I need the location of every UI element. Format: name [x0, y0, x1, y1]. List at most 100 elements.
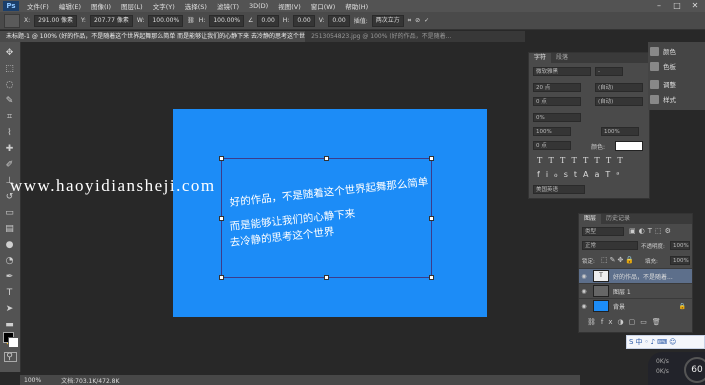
- healing-tool-icon[interactable]: ✚: [4, 144, 15, 155]
- visibility-eye-icon[interactable]: ◉: [579, 288, 589, 295]
- layer-row-text[interactable]: ◉ T 好的作品，不是随着...: [579, 268, 692, 283]
- tracking-field[interactable]: (自动): [595, 97, 643, 106]
- layer-row-background[interactable]: ◉ 背景 🔒: [579, 298, 692, 313]
- maximize-icon[interactable]: □: [669, 0, 685, 12]
- menu-window[interactable]: 窗口(W): [306, 1, 341, 11]
- transform-handle-tr[interactable]: [429, 156, 434, 161]
- ime-punctuation-icon[interactable]: ◦: [644, 338, 648, 346]
- hskew-field[interactable]: 0.00: [293, 14, 315, 27]
- layer-actions-icons[interactable]: ⛓fx◑▢▭🗑: [587, 318, 666, 326]
- ime-chinese-mode[interactable]: 中: [635, 337, 642, 347]
- menu-filter[interactable]: 滤镜(T): [212, 1, 244, 11]
- brush-tool-icon[interactable]: ✐: [4, 160, 15, 171]
- network-speed-widget[interactable]: 0K/s 0K/s 60: [648, 352, 705, 385]
- transform-handle-br[interactable]: [429, 275, 434, 280]
- zoom-level[interactable]: 100%: [24, 377, 41, 384]
- horizontal-scale-field[interactable]: 100%: [533, 127, 571, 136]
- x-field[interactable]: 291.00 像素: [34, 14, 78, 27]
- opentype-buttons-icon[interactable]: fiℴstAaTᵃ: [537, 170, 625, 179]
- cancel-transform-icon[interactable]: ⊘: [415, 17, 420, 24]
- menu-file[interactable]: 文件(F): [22, 1, 54, 11]
- link-icon[interactable]: ⛓: [187, 17, 195, 24]
- adjustments-panel-button[interactable]: 调整: [650, 77, 676, 91]
- shape-tool-icon[interactable]: ▬: [4, 320, 15, 331]
- vertical-scale-field[interactable]: 0%: [533, 113, 581, 122]
- canvas-text-line-1: 好的作品，不是随着这个世界起舞那么简单: [229, 176, 429, 209]
- background-color-swatch[interactable]: [8, 337, 19, 348]
- opacity-field[interactable]: 100%: [670, 241, 690, 250]
- menu-type[interactable]: 文字(Y): [148, 1, 180, 11]
- swatches-panel-button[interactable]: 色板: [650, 59, 676, 73]
- quick-mask-icon[interactable]: [4, 352, 17, 362]
- ime-voice-icon[interactable]: ♪: [651, 338, 655, 346]
- font-style-select[interactable]: -: [595, 67, 623, 76]
- layer-filter-select[interactable]: 类型: [582, 227, 624, 236]
- menu-help[interactable]: 帮助(H): [340, 1, 373, 11]
- minimize-icon[interactable]: –: [651, 0, 667, 12]
- tab-character[interactable]: 字符: [529, 53, 552, 63]
- type-tool-icon[interactable]: T: [4, 288, 15, 299]
- close-icon[interactable]: ✕: [687, 0, 703, 12]
- path-select-tool-icon[interactable]: ➤: [4, 304, 15, 315]
- tab-history[interactable]: 历史记录: [601, 214, 635, 224]
- menu-layer[interactable]: 图层(L): [116, 1, 148, 11]
- menu-select[interactable]: 选择(S): [180, 1, 212, 11]
- gradient-tool-icon[interactable]: ▤: [4, 224, 15, 235]
- font-size-field[interactable]: 20 点: [533, 83, 581, 92]
- blur-tool-icon[interactable]: ●: [4, 240, 15, 251]
- move-tool-icon[interactable]: ✥: [4, 48, 15, 59]
- tab-paragraph[interactable]: 段落: [551, 53, 573, 63]
- eraser-tool-icon[interactable]: ▭: [4, 208, 15, 219]
- menu-3d[interactable]: 3D(D): [244, 2, 273, 10]
- transform-handle-r[interactable]: [429, 216, 434, 221]
- visibility-eye-icon[interactable]: ◉: [579, 303, 589, 310]
- layer-row-layer-1[interactable]: ◉ 图层 1: [579, 283, 692, 298]
- menu-view[interactable]: 视图(V): [273, 1, 306, 11]
- ime-keyboard-icon[interactable]: ⌨: [657, 338, 667, 346]
- lasso-tool-icon[interactable]: ◌: [4, 80, 15, 91]
- baseline-scale-field[interactable]: 100%: [601, 127, 639, 136]
- layer-filter-icons[interactable]: ▣◐T⬚⚙: [629, 227, 674, 235]
- blend-mode-select[interactable]: 正常: [582, 241, 638, 250]
- text-color-swatch[interactable]: [615, 141, 643, 151]
- warp-icon[interactable]: ⌗: [408, 17, 411, 25]
- commit-transform-icon[interactable]: ✓: [424, 17, 429, 24]
- baseline-shift-field[interactable]: 0 点: [533, 141, 571, 150]
- menu-image[interactable]: 图像(I): [86, 1, 116, 11]
- ime-skin-icon[interactable]: ☺: [669, 338, 676, 346]
- eyedropper-tool-icon[interactable]: ⌇: [4, 128, 15, 139]
- vskew-field[interactable]: 0.00: [328, 14, 350, 27]
- fill-field[interactable]: 100%: [670, 256, 690, 265]
- quick-select-tool-icon[interactable]: ✎: [4, 96, 15, 107]
- leading-field[interactable]: (自动): [595, 83, 643, 92]
- ime-logo-icon[interactable]: S: [629, 338, 633, 346]
- pen-tool-icon[interactable]: ✒: [4, 272, 15, 283]
- text-transform-box[interactable]: 好的作品，不是随着这个世界起舞那么简单 而是能够让我们的心静下来 去冷静的思考这…: [219, 156, 434, 280]
- tab-untitled-1[interactable]: 未标题-1 @ 100% (好的作品，不是随着这个世界起舞那么简单 而是能够让我…: [0, 31, 306, 42]
- transform-tool-icon[interactable]: [4, 13, 20, 28]
- y-field[interactable]: 207.77 像素: [89, 14, 133, 27]
- transform-handle-bl[interactable]: [219, 275, 224, 280]
- visibility-eye-icon[interactable]: ◉: [579, 273, 589, 280]
- angle-field[interactable]: 0.00: [257, 14, 279, 27]
- marquee-tool-icon[interactable]: ⬚: [4, 64, 15, 75]
- color-panel-button[interactable]: 颜色: [650, 44, 676, 58]
- w-field[interactable]: 100.00%: [148, 14, 184, 27]
- transform-handle-b[interactable]: [324, 275, 329, 280]
- transform-handle-t[interactable]: [324, 156, 329, 161]
- interpolation-select[interactable]: 两次立方: [371, 14, 404, 27]
- tab-layers[interactable]: 图层: [579, 214, 602, 224]
- transform-handle-tl[interactable]: [219, 156, 224, 161]
- lock-icons[interactable]: ⬚✎✥🔒: [601, 256, 636, 264]
- styles-panel-button[interactable]: 样式: [650, 92, 676, 106]
- language-select[interactable]: 美国英语: [533, 185, 585, 194]
- transform-handle-l[interactable]: [219, 216, 224, 221]
- text-style-buttons-icon[interactable]: TTTTTTTT: [537, 156, 629, 165]
- dodge-tool-icon[interactable]: ◔: [4, 256, 15, 267]
- crop-tool-icon[interactable]: ⌗: [4, 112, 15, 123]
- font-family-select[interactable]: 微软雅黑: [533, 67, 591, 76]
- menu-edit[interactable]: 编辑(E): [54, 1, 86, 11]
- kerning-field[interactable]: 0 点: [533, 97, 581, 106]
- h-field[interactable]: 100.00%: [209, 14, 245, 27]
- tab-image-2513054823[interactable]: 2513054823.jpg @ 100% (好的作品，不是随着...: [305, 31, 525, 42]
